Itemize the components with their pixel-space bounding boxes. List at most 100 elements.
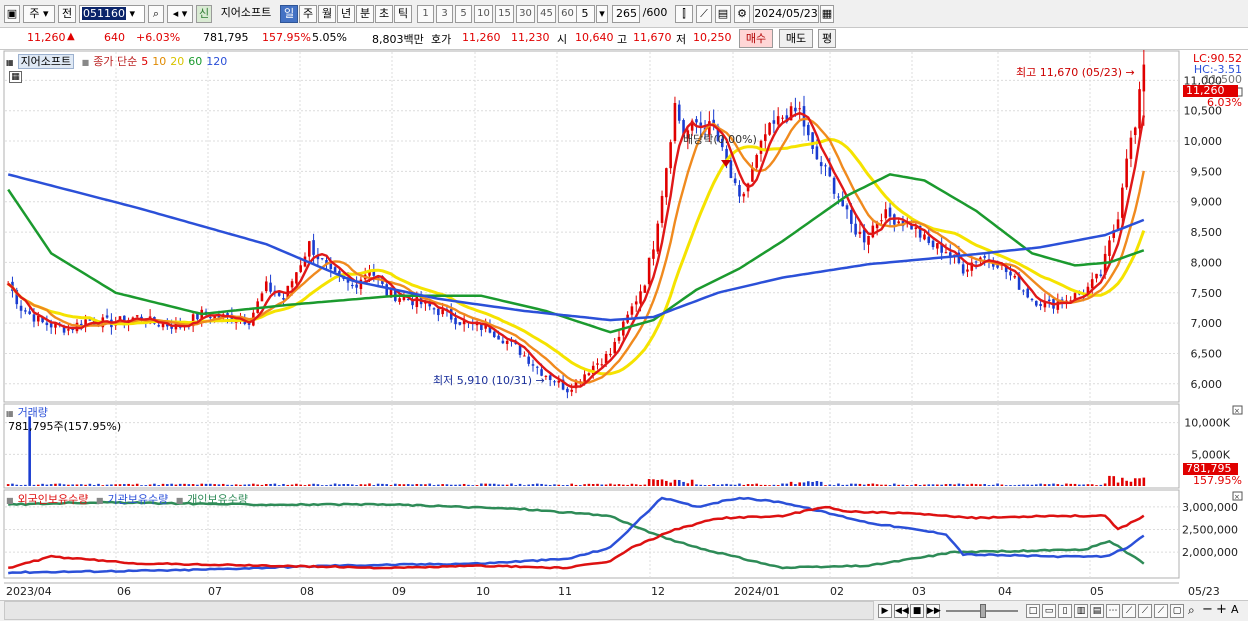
volume-bar (290, 484, 294, 486)
sell-button[interactable]: 매도 (779, 29, 813, 48)
layout-8-icon[interactable]: ⟋ (1138, 604, 1152, 618)
holdings-dot-1-icon: ■ (6, 496, 14, 505)
individual-holdings-label[interactable]: 개인보유수량 (187, 493, 248, 506)
horizontal-scrollbar[interactable] (4, 601, 874, 620)
layout-5-icon[interactable]: ▤ (1090, 604, 1104, 618)
panel-close-glyph: × (1234, 407, 1240, 415)
candle-body (1030, 298, 1034, 301)
candle-body (36, 316, 40, 322)
volume-bar (97, 483, 100, 486)
volume-bar (660, 479, 664, 486)
stop-icon[interactable]: ■ (910, 604, 924, 618)
forward-icon[interactable]: ▶▶ (926, 604, 941, 618)
volume-bar (424, 484, 427, 486)
layout-10-icon[interactable]: ▢ (1170, 604, 1184, 618)
scroll-right-icon[interactable]: ▶ (878, 604, 892, 618)
period-button-0[interactable]: 일 (280, 5, 298, 23)
draw-icon[interactable]: ⟋ (696, 5, 712, 23)
rewind-icon[interactable]: ◀◀ (894, 604, 909, 618)
layout-6-icon[interactable]: ⋯ (1106, 604, 1120, 618)
count-input[interactable]: 265 (612, 5, 640, 23)
volume-bar (845, 484, 849, 486)
buy-button[interactable]: 매수 (739, 29, 773, 48)
period-button-5[interactable]: 초 (375, 5, 393, 23)
candle-body (557, 380, 561, 383)
layout-4-icon[interactable]: ▥ (1074, 604, 1088, 618)
institution-holdings-label[interactable]: 기관보유수량 (107, 493, 168, 506)
x-axis-label: 2024/01 (734, 585, 780, 598)
candle-icon[interactable]: ⫿ (675, 5, 693, 23)
candle-body (837, 196, 840, 198)
volume-bar (191, 484, 195, 486)
legend-stock-name[interactable]: 지어소프트 (17, 54, 75, 69)
table-icon[interactable]: ▦ (9, 71, 22, 83)
minute-button-5[interactable]: 5 (455, 5, 472, 23)
volume-bar (389, 485, 393, 486)
layout-3-icon[interactable]: ▯ (1058, 604, 1072, 618)
period-button-6[interactable]: 틱 (394, 5, 412, 23)
minute-button-60[interactable]: 60 (558, 5, 577, 23)
minute-button-3[interactable]: 3 (436, 5, 453, 23)
auto-scale-icon[interactable]: A (1231, 603, 1239, 616)
minute-button-15[interactable]: 15 (495, 5, 514, 23)
calendar-icon[interactable]: ▦ (820, 5, 834, 23)
minute-button-10[interactable]: 10 (474, 5, 493, 23)
zoom-search-icon[interactable]: ⌕ (1188, 603, 1195, 618)
minute-button-1[interactable]: 1 (417, 5, 434, 23)
volume-bar (411, 484, 414, 486)
zoom-in-icon[interactable]: + (1216, 602, 1227, 617)
candle-body (772, 120, 776, 124)
zoom-slider-handle[interactable] (980, 604, 986, 618)
period-button-4[interactable]: 분 (356, 5, 374, 23)
average-button[interactable]: 평 (818, 29, 836, 48)
layout-2-icon[interactable]: ▭ (1042, 604, 1056, 618)
layout-1-icon[interactable]: □ (1026, 604, 1040, 618)
interval-input[interactable]: 5 (575, 5, 595, 23)
volume-bar (252, 483, 255, 486)
volume-bar (1121, 477, 1124, 486)
code-input[interactable]: 051160 ▾ (79, 5, 145, 23)
layout-9-icon[interactable]: ⟋ (1154, 604, 1168, 618)
gear-icon[interactable]: ⚙ (734, 5, 750, 23)
foreign-holdings-label[interactable]: 외국인보유수량 (18, 493, 89, 506)
volume-bar (441, 484, 444, 486)
legend-dot-icon: ■ (81, 58, 90, 67)
volume-bar (729, 484, 733, 486)
interval-dropdown-icon[interactable]: ▾ (596, 5, 608, 23)
volume-bar (157, 485, 161, 486)
market-select[interactable]: 주 ▾ (23, 5, 55, 23)
candle-body (884, 209, 888, 219)
period-button-3[interactable]: 년 (337, 5, 355, 23)
period-button-2[interactable]: 월 (318, 5, 336, 23)
minute-button-30[interactable]: 30 (516, 5, 535, 23)
candle-body (948, 252, 952, 256)
count-max: /600 (642, 6, 668, 19)
speaker-icon[interactable]: ◂ ▾ (167, 5, 193, 23)
save-icon[interactable]: ▤ (715, 5, 731, 23)
layout-7-icon[interactable]: ⟋ (1122, 604, 1136, 618)
volume-bar (368, 483, 371, 486)
period-button-1[interactable]: 주 (299, 5, 317, 23)
price-tick-label: 8,000 (1191, 256, 1223, 269)
candle-body (613, 341, 617, 354)
legend-ma120: 120 (206, 55, 228, 68)
date-input[interactable]: 2024/05/23 (753, 5, 819, 23)
search-icon[interactable]: ⌕ (148, 5, 164, 23)
volume-bar (923, 484, 926, 486)
candle-body (807, 124, 810, 136)
volume-bar (815, 481, 819, 486)
zoom-out-icon[interactable]: − (1202, 602, 1213, 617)
mode-button[interactable]: 전 (58, 5, 76, 23)
x-axis-label: 12 (651, 585, 665, 598)
volume-bar (1039, 483, 1042, 486)
volume-bar (850, 483, 853, 486)
volume-bar (686, 483, 690, 486)
stock-chart[interactable]: 6,000 6,500 7,000 7,500 8,000 8,500 9,000 9,500… (0, 50, 1248, 600)
candle-body (320, 258, 324, 260)
volume-bar (432, 485, 436, 486)
volume-bar (316, 484, 320, 486)
layout-icon[interactable]: ▣ (4, 5, 20, 23)
volume-bar (561, 485, 565, 486)
high-price: 11,670 (633, 31, 672, 44)
minute-button-45[interactable]: 45 (537, 5, 556, 23)
